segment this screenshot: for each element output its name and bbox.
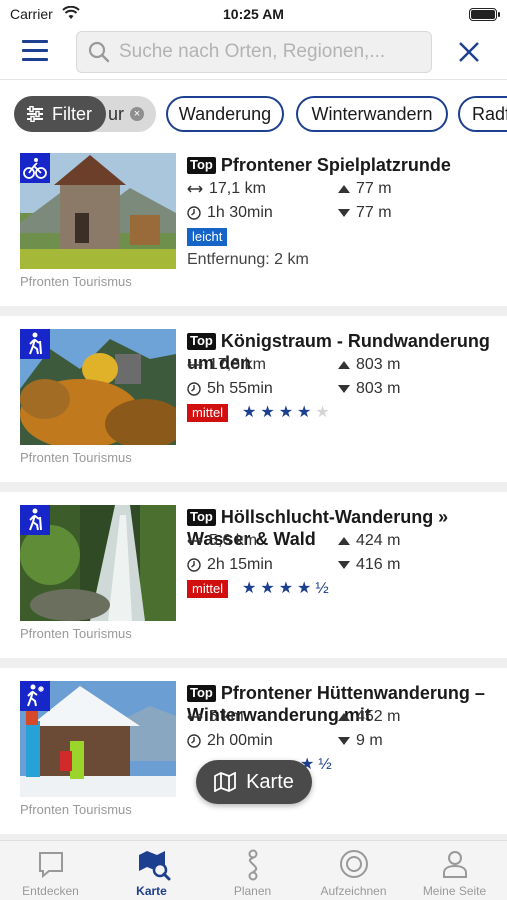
close-icon[interactable] — [457, 40, 481, 64]
tour-duration: 2h 15min — [187, 556, 273, 574]
tab-karte[interactable]: Karte — [101, 841, 202, 900]
tour-source: Pfronten Tourismus — [20, 626, 132, 641]
rating-stars: ★★★★½ — [242, 580, 333, 597]
tour-descent: 803 m — [338, 380, 400, 398]
tour-duration: 1h 30min — [187, 204, 273, 222]
distance-arrow-icon — [187, 537, 203, 545]
record-icon — [340, 850, 368, 878]
descent-icon — [338, 737, 350, 745]
hiking-icon — [20, 505, 50, 535]
search-bar[interactable] — [76, 31, 432, 73]
top-badge: Top — [187, 685, 216, 702]
tour-duration: 5h 55min — [187, 380, 273, 398]
hamburger-icon — [22, 40, 48, 43]
ascent-icon — [338, 713, 350, 721]
tour-image — [20, 681, 176, 797]
ascent-icon — [338, 361, 350, 369]
tab-meine-seite[interactable]: Meine Seite — [404, 841, 505, 900]
sliders-icon — [27, 106, 43, 122]
search-icon — [88, 41, 110, 63]
tour-distance: 17,1 km — [187, 180, 266, 198]
tour-descent: 77 m — [338, 204, 392, 222]
tour-card[interactable]: Top Höllschlucht-Wanderung » Wasser & Wal… — [0, 492, 507, 658]
tour-list[interactable]: Top Pfrontener Spielplatzrunde 17,1 km 77… — [0, 140, 507, 840]
status-bar: Carrier 10:25 AM — [0, 0, 507, 28]
clock: 10:25 AM — [223, 6, 284, 22]
chip-winterwandern[interactable]: Winterwandern — [296, 96, 448, 132]
tour-image — [20, 153, 176, 269]
filter-button[interactable]: Filter — [14, 96, 106, 132]
tour-ascent: 803 m — [338, 356, 400, 374]
profile-icon — [443, 851, 467, 878]
tour-source: Pfronten Tourismus — [20, 274, 132, 289]
map-icon — [214, 772, 236, 792]
search-input[interactable] — [119, 40, 419, 64]
distance-arrow-icon — [187, 185, 203, 193]
tour-ascent: 77 m — [338, 180, 392, 198]
ascent-icon — [338, 537, 350, 545]
filter-label: Filter — [52, 103, 92, 124]
rating-stars: ★★★★★ — [242, 404, 334, 421]
clock-icon — [187, 206, 201, 220]
top-badge: Top — [187, 509, 216, 526]
descent-icon — [338, 561, 350, 569]
difficulty-badge: mittel — [187, 580, 229, 598]
clock-icon — [187, 734, 201, 748]
clock-icon — [187, 558, 201, 572]
tour-duration: 2h 00min — [187, 732, 273, 750]
tab-planen[interactable]: Planen — [202, 841, 303, 900]
map-button[interactable]: Karte — [196, 760, 312, 804]
chat-bubble-icon — [39, 852, 63, 879]
tour-descent: 9 m — [338, 732, 383, 750]
proximity-label: Entfernung: 2 km — [187, 251, 309, 268]
tour-image — [20, 329, 176, 445]
map-button-label: Karte — [246, 770, 294, 793]
tour-distance: 5 km — [187, 708, 244, 726]
tour-ascent: 452 m — [338, 708, 400, 726]
chip-remove-icon[interactable]: × — [130, 107, 144, 121]
descent-icon — [338, 209, 350, 217]
tour-image — [20, 505, 176, 621]
hiking-icon — [20, 329, 50, 359]
route-icon — [248, 849, 258, 881]
map-search-icon — [139, 851, 171, 881]
menu-button[interactable] — [22, 40, 54, 66]
chip-wanderung[interactable]: Wanderung — [166, 96, 284, 132]
tour-source: Pfronten Tourismus — [20, 802, 132, 817]
difficulty-badge: mittel — [187, 404, 229, 422]
distance-arrow-icon — [187, 361, 203, 369]
chip-radfahren[interactable]: Radf — [458, 96, 507, 132]
tour-card[interactable]: Top Königstraum - Rundwanderung um den 17… — [0, 316, 507, 482]
tour-distance: 5,6 km — [187, 532, 257, 550]
tour-ascent: 424 m — [338, 532, 400, 550]
header-divider — [0, 79, 507, 80]
clock-icon — [187, 382, 201, 396]
difficulty-badge: leicht — [187, 228, 228, 246]
distance-arrow-icon — [187, 713, 203, 721]
tour-card[interactable]: Top Pfrontener Spielplatzrunde 17,1 km 77… — [0, 140, 507, 306]
tour-title: Top Pfrontener Spielplatzrunde — [187, 154, 497, 176]
cycling-icon — [20, 153, 50, 183]
battery-icon — [469, 8, 500, 21]
winter-hiking-icon — [20, 681, 50, 711]
tour-descent: 416 m — [338, 556, 400, 574]
top-badge: Top — [187, 333, 216, 350]
search-header — [0, 28, 507, 80]
tab-entdecken[interactable]: Entdecken — [0, 841, 101, 900]
tour-card[interactable]: Top Pfrontener Hüttenwanderung – Winterwa… — [0, 668, 507, 834]
top-badge: Top — [187, 157, 216, 174]
tab-bar: Entdecken Karte Planen Aufzeichnen Meine… — [0, 840, 507, 900]
ascent-icon — [338, 185, 350, 193]
tab-aufzeichnen[interactable]: Aufzeichnen — [303, 841, 404, 900]
tour-source: Pfronten Tourismus — [20, 450, 132, 465]
descent-icon — [338, 385, 350, 393]
tour-distance: 17,8 km — [187, 356, 266, 374]
